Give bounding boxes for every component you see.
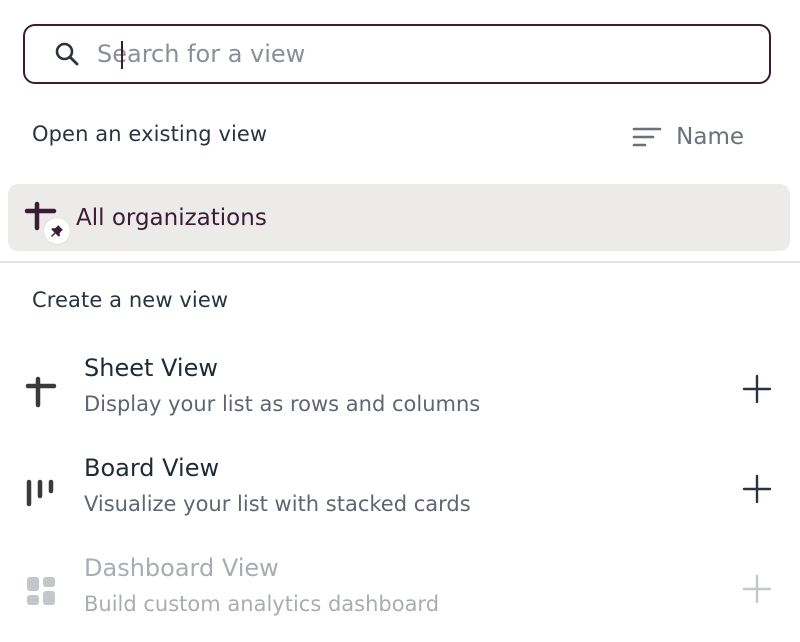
search-box[interactable] bbox=[23, 24, 771, 84]
sheet-view-icon bbox=[25, 376, 57, 408]
option-description: Visualize your list with stacked cards bbox=[84, 492, 471, 516]
section-divider bbox=[0, 261, 800, 263]
option-description: Display your list as rows and columns bbox=[84, 392, 481, 416]
pinned-badge bbox=[44, 217, 70, 244]
board-view-icon bbox=[26, 479, 54, 507]
view-picker-panel: Open an existing view Name All organizat… bbox=[0, 0, 800, 642]
existing-views-heading: Open an existing view bbox=[32, 122, 268, 146]
search-icon bbox=[55, 42, 79, 66]
option-title: Sheet View bbox=[84, 354, 218, 382]
text-caret bbox=[121, 41, 123, 69]
sort-label: Name bbox=[676, 124, 744, 150]
sort-by-name-button[interactable]: Name bbox=[632, 120, 744, 154]
existing-view-icon-wrap bbox=[24, 198, 70, 244]
add-board-view-icon[interactable] bbox=[740, 472, 774, 506]
dashboard-view-icon bbox=[27, 577, 55, 605]
sort-icon bbox=[632, 127, 662, 147]
add-sheet-view-icon[interactable] bbox=[740, 372, 774, 406]
option-title: Dashboard View bbox=[84, 554, 279, 582]
create-sheet-view-option[interactable]: Sheet View Display your list as rows and… bbox=[0, 352, 800, 442]
option-title: Board View bbox=[84, 454, 220, 482]
search-input[interactable] bbox=[97, 40, 737, 68]
add-dashboard-view-icon bbox=[742, 574, 772, 604]
pin-icon bbox=[51, 224, 63, 237]
create-board-view-option[interactable]: Board View Visualize your list with stac… bbox=[0, 452, 800, 542]
existing-view-all-organizations[interactable]: All organizations bbox=[8, 184, 790, 251]
option-description: Build custom analytics dashboard bbox=[84, 592, 440, 616]
create-dashboard-view-option: Dashboard View Build custom analytics da… bbox=[0, 552, 800, 642]
existing-view-label: All organizations bbox=[76, 204, 267, 231]
create-view-heading: Create a new view bbox=[32, 288, 229, 312]
